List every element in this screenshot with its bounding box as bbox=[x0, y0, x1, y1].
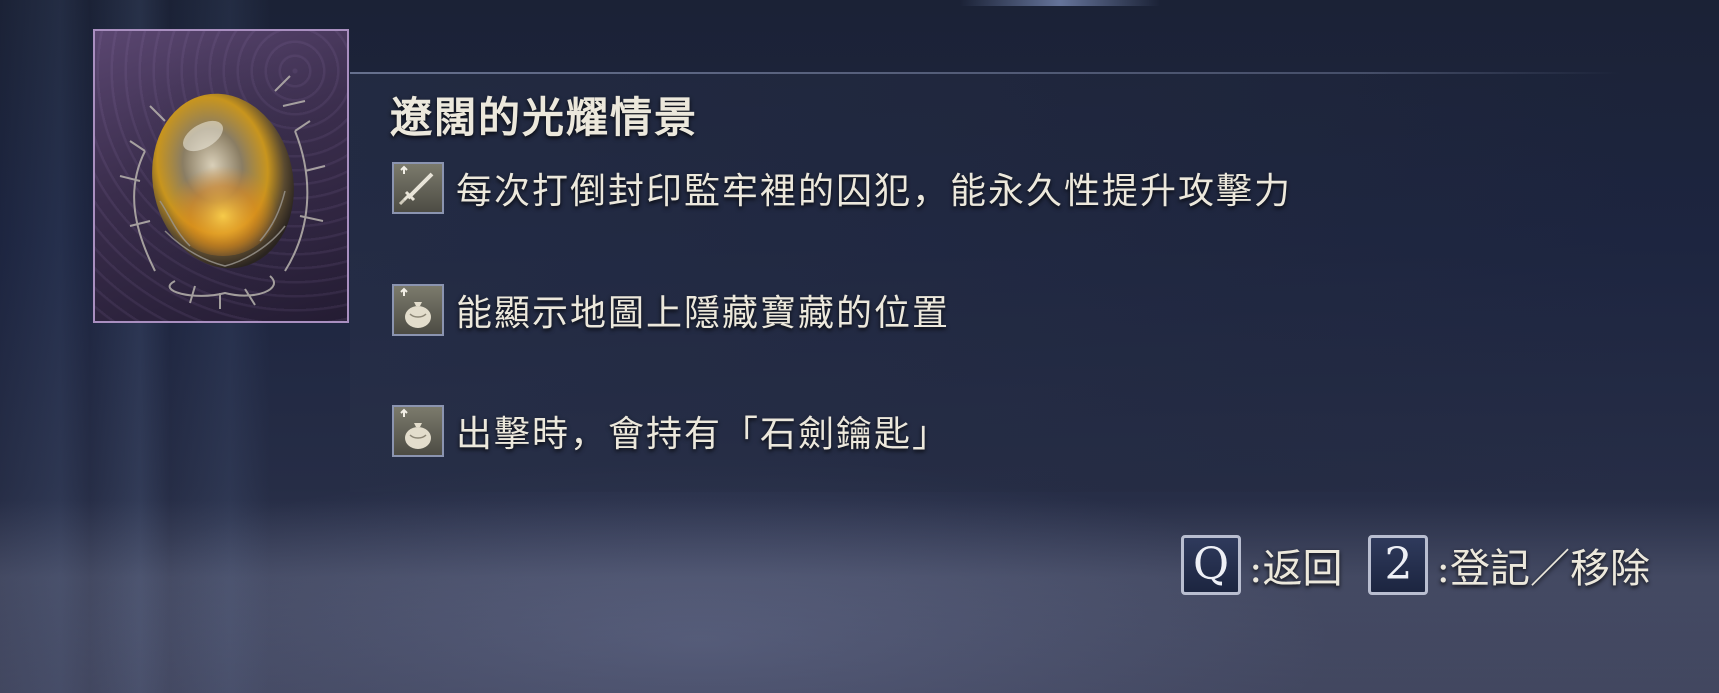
effect-row: 能顯示地圖上隱藏寶藏的位置 bbox=[392, 282, 950, 338]
effect-text: 每次打倒封印監牢裡的囚犯，能永久性提升攻擊力 bbox=[456, 171, 1293, 212]
back-label: :返回 bbox=[1249, 546, 1343, 592]
top-tab-glow bbox=[960, 0, 1160, 6]
pouch-stat-up-icon bbox=[392, 284, 444, 336]
back-key[interactable]: Q bbox=[1181, 535, 1241, 595]
register-label: :登記／移除 bbox=[1436, 546, 1650, 592]
effect-row: 每次打倒封印監牢裡的囚犯，能永久性提升攻擊力 bbox=[392, 160, 1292, 216]
item-title: 遼闊的光耀情景 bbox=[390, 93, 699, 142]
radiant-egg-in-thorns-icon bbox=[119, 75, 326, 309]
control-hints: Q :返回 2 :登記／移除 bbox=[1181, 533, 1676, 597]
pouch-stat-up-icon bbox=[392, 405, 444, 457]
panel-divider bbox=[350, 72, 1620, 74]
register-key[interactable]: 2 bbox=[1368, 535, 1429, 595]
sword-stat-up-icon bbox=[392, 162, 444, 214]
effect-row: 出擊時，會持有「石劍鑰匙」 bbox=[392, 403, 950, 459]
effect-text: 出擊時，會持有「石劍鑰匙」 bbox=[456, 414, 951, 455]
effect-text: 能顯示地圖上隱藏寶藏的位置 bbox=[456, 293, 951, 334]
item-image-frame bbox=[93, 29, 349, 323]
